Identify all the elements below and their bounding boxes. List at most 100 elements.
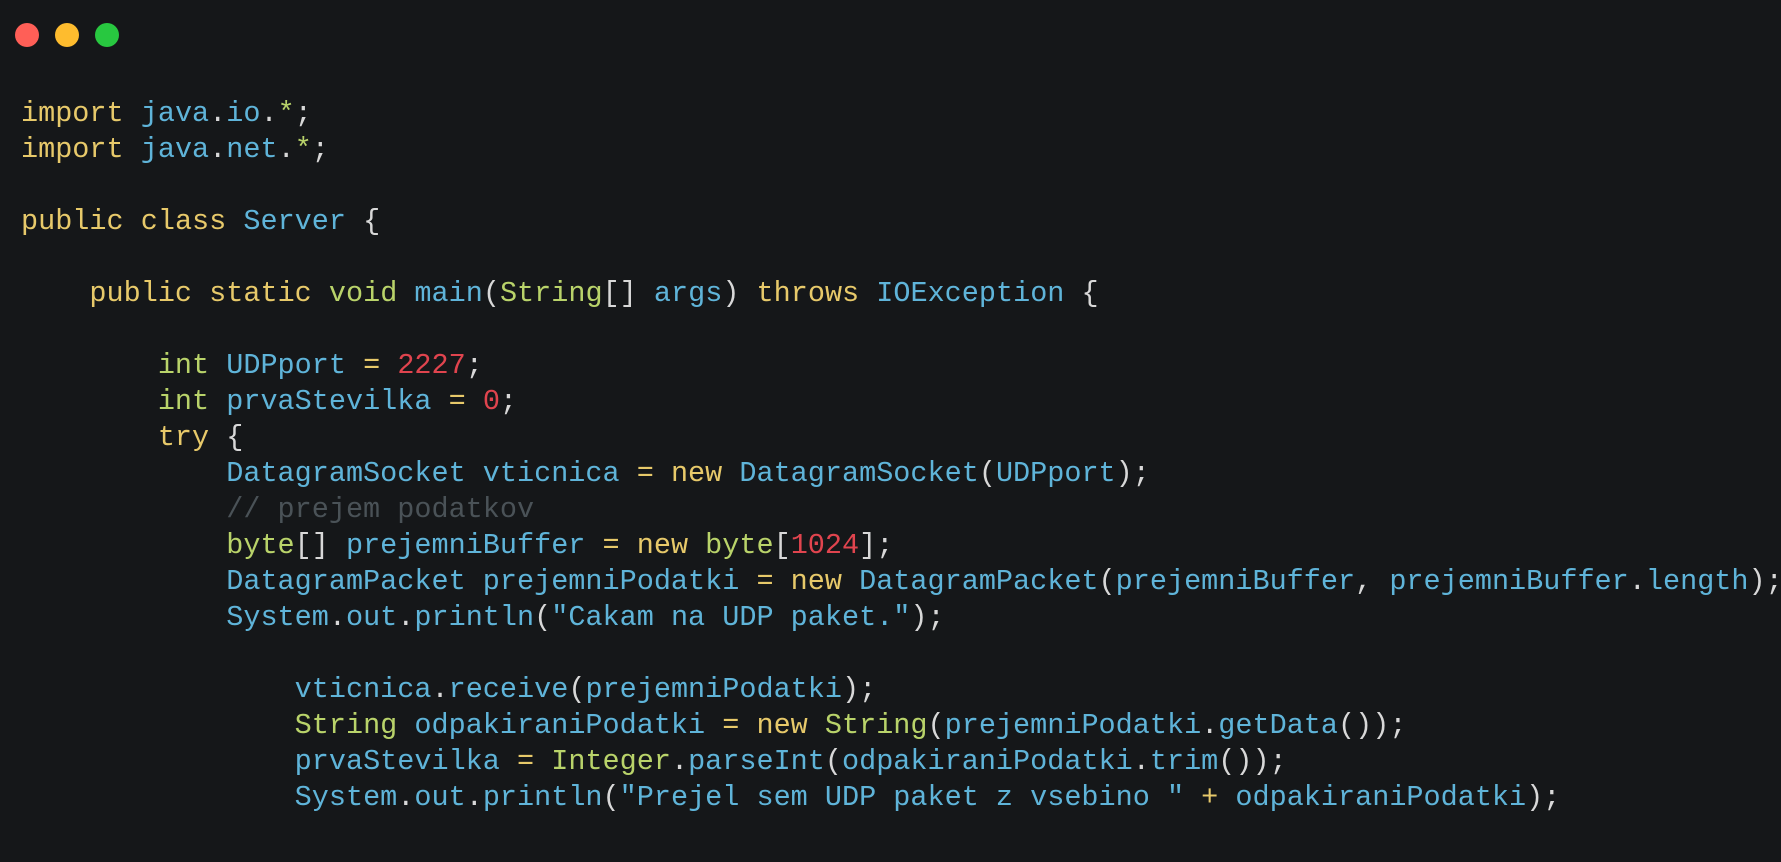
keyword-token: new <box>636 529 689 562</box>
type-token: String <box>294 709 398 742</box>
punctuation-token <box>346 349 363 382</box>
punctuation-token: ()); <box>1218 745 1287 778</box>
punctuation-token: ; <box>294 97 312 130</box>
number-token: 2227 <box>397 349 466 382</box>
identifier-token: net <box>226 133 278 166</box>
identifier-token: parseInt <box>688 745 825 778</box>
identifier-token: odpakiraniPodatki <box>842 745 1133 778</box>
close-button[interactable] <box>15 23 39 47</box>
punctuation-token <box>21 493 226 526</box>
punctuation-token <box>466 565 483 598</box>
punctuation-token: ( <box>482 277 500 310</box>
punctuation-token: ); <box>1526 781 1561 814</box>
identifier-token: Server <box>243 205 346 238</box>
type-token: * <box>294 133 312 166</box>
code-line: import java.net.*; <box>21 132 1781 168</box>
code-line: public static void main(String[] args) t… <box>21 276 1781 312</box>
code-line: int UDPport = 2227; <box>21 348 1781 384</box>
type-token: String <box>824 709 928 742</box>
keyword-token: import <box>21 97 124 130</box>
punctuation-token: ( <box>568 673 586 706</box>
punctuation-token <box>124 205 141 238</box>
keyword-token: = <box>448 385 466 418</box>
punctuation-token <box>21 781 295 814</box>
identifier-token: out <box>345 601 398 634</box>
identifier-token: prvaStevilka <box>226 385 432 418</box>
type-token: int <box>157 385 210 418</box>
punctuation-token <box>21 673 295 706</box>
identifier-token: getData <box>1218 709 1339 742</box>
punctuation-token <box>705 709 722 742</box>
punctuation-token: ]; <box>859 529 894 562</box>
punctuation-token <box>1218 781 1235 814</box>
punctuation-token: . <box>397 601 415 634</box>
code-line: vticnica.receive(prejemniPodatki); <box>21 672 1781 708</box>
keyword-token: = <box>517 745 535 778</box>
punctuation-token: ; <box>499 385 518 418</box>
punctuation-token: . <box>397 781 415 814</box>
punctuation-token: ( <box>534 601 552 634</box>
number-token: 1024 <box>790 529 860 562</box>
punctuation-token: . <box>670 745 689 778</box>
punctuation-token <box>585 529 602 562</box>
punctuation-token: ( <box>978 457 996 490</box>
identifier-token: UDPport <box>995 457 1116 490</box>
identifier-token: odpakiraniPodatki <box>1235 781 1527 814</box>
punctuation-token: ( <box>824 745 842 778</box>
identifier-token: DatagramSocket <box>226 457 466 490</box>
punctuation-token <box>397 709 414 742</box>
punctuation-token <box>21 529 226 562</box>
code-line: ​ <box>21 636 1781 672</box>
identifier-token: prvaStevilka <box>294 745 500 778</box>
punctuation-token <box>192 277 209 310</box>
code-line: prvaStevilka = Integer.parseInt(odpakira… <box>21 744 1781 780</box>
minimize-button[interactable] <box>55 23 79 47</box>
code-editor[interactable]: import java.io.*;import java.net.*;​publ… <box>21 96 1781 816</box>
code-line: int prvaStevilka = 0; <box>21 384 1781 420</box>
identifier-token: receive <box>448 673 569 706</box>
punctuation-token: { <box>1064 277 1099 310</box>
punctuation-token <box>534 745 551 778</box>
punctuation-token: { <box>209 421 244 454</box>
punctuation-token <box>739 709 756 742</box>
punctuation-token <box>654 457 671 490</box>
punctuation-token: . <box>277 133 295 166</box>
punctuation-token <box>124 97 141 130</box>
code-line: ​ <box>21 312 1781 348</box>
keyword-token: = <box>636 457 654 490</box>
punctuation-token: ); <box>1115 457 1150 490</box>
code-line: DatagramSocket vticnica = new DatagramSo… <box>21 456 1781 492</box>
punctuation-token <box>312 277 329 310</box>
punctuation-token: . <box>1628 565 1646 598</box>
identifier-token: trim <box>1149 745 1219 778</box>
type-token: byte <box>226 529 295 562</box>
identifier-token: length <box>1645 565 1749 598</box>
keyword-token: public <box>21 205 124 238</box>
punctuation-token <box>124 133 141 166</box>
keyword-token: new <box>790 565 842 598</box>
punctuation-token: ); <box>1748 565 1781 598</box>
keyword-token: new <box>670 457 723 490</box>
identifier-token: System <box>226 601 329 634</box>
type-token: byte <box>705 529 774 562</box>
identifier-token: vticnica <box>482 457 620 490</box>
identifier-token: java <box>140 97 210 130</box>
type-token: int <box>157 349 210 382</box>
punctuation-token: ; <box>311 133 329 166</box>
punctuation-token <box>1184 781 1201 814</box>
code-line: ​ <box>21 240 1781 276</box>
punctuation-token <box>620 457 637 490</box>
punctuation-token: . <box>431 673 449 706</box>
punctuation-token <box>739 565 756 598</box>
punctuation-token <box>21 565 226 598</box>
identifier-token: main <box>414 277 483 310</box>
identifier-token: IOException <box>876 277 1065 310</box>
type-token: Integer <box>551 745 671 778</box>
maximize-button[interactable] <box>95 23 119 47</box>
identifier-token: prejemniBuffer <box>1115 565 1356 598</box>
keyword-token: import <box>21 133 124 166</box>
comment-token: // prejem podatkov <box>226 493 535 526</box>
keyword-token: = <box>602 529 620 562</box>
punctuation-token <box>21 709 295 742</box>
identifier-token: odpakiraniPodatki <box>414 709 706 742</box>
